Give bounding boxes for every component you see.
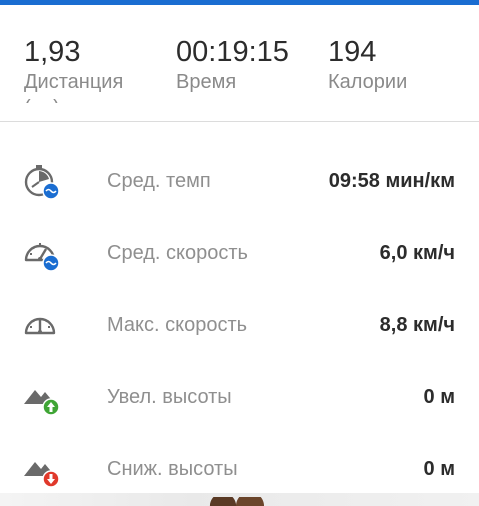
avg-pace-icon <box>24 165 60 200</box>
time-stat[interactable]: 00:19:15 Время <box>176 35 289 95</box>
distance-stat[interactable]: 1,93 Дистанция (км) <box>24 35 123 103</box>
photo-thumbnail <box>205 497 265 506</box>
metric-row-elevation-gain: Увел. высоты 0 м <box>0 362 479 434</box>
metric-row-avg-speed: Сред. скорость 6,0 км/ч <box>0 218 479 290</box>
avg-speed-value: 6,0 км/ч <box>379 242 455 264</box>
metric-row-max-speed: Макс. скорость 8,8 км/ч <box>0 290 479 362</box>
elevation-loss-icon <box>24 462 60 488</box>
calories-stat[interactable]: 194 Калории <box>328 35 407 95</box>
elevation-gain-label: Увел. высоты <box>107 386 232 408</box>
avg-speed-icon <box>24 243 60 272</box>
time-label: Время <box>176 71 237 93</box>
avg-pace-label: Сред. темп <box>107 170 211 192</box>
bottom-image-strip <box>0 493 479 506</box>
max-speed-label: Макс. скорость <box>107 314 248 336</box>
elevation-gain-icon <box>24 390 60 416</box>
elevation-gain-value: 0 м <box>423 386 455 408</box>
workout-summary-screen: 1,93 Дистанция (км) 00:19:15 Время 194 К… <box>0 0 479 506</box>
max-speed-icon <box>24 317 56 335</box>
time-value: 00:19:15 <box>176 36 289 68</box>
calories-value: 194 <box>328 36 377 68</box>
summary-divider <box>0 121 479 122</box>
elevation-loss-value: 0 м <box>423 458 455 480</box>
metrics-list: Сред. темп 09:58 мин/км Сред. скорость 6… <box>0 146 479 506</box>
calories-label: Калории <box>328 71 408 93</box>
distance-label: Дистанция <box>24 71 124 93</box>
avg-pace-value: 09:58 мин/км <box>328 170 455 192</box>
elevation-loss-label: Сниж. высоты <box>107 458 238 480</box>
max-speed-value: 8,8 км/ч <box>379 314 455 336</box>
distance-value: 1,93 <box>24 36 81 68</box>
distance-unit: (км) <box>24 95 123 103</box>
summary-panel: 1,93 Дистанция (км) 00:19:15 Время 194 К… <box>0 5 479 121</box>
metric-row-avg-pace: Сред. темп 09:58 мин/км <box>0 146 479 218</box>
avg-speed-label: Сред. скорость <box>107 242 248 264</box>
